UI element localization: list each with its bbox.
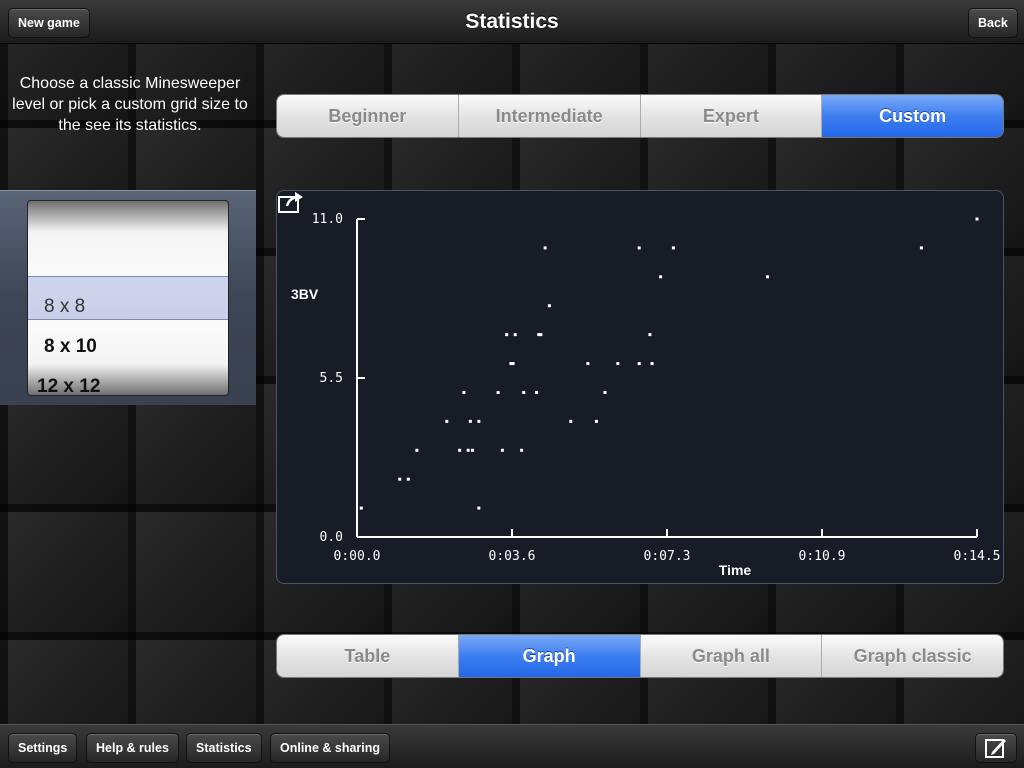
tab-intermediate[interactable]: Intermediate xyxy=(458,95,641,137)
x-tick-label: 0:10.9 xyxy=(799,549,846,564)
tab-graph-all[interactable]: Graph all xyxy=(640,635,823,677)
data-point xyxy=(586,362,590,366)
data-point xyxy=(477,506,481,510)
data-point xyxy=(500,448,504,452)
data-point xyxy=(505,333,509,337)
data-point xyxy=(462,390,466,394)
y-axis-label: 3BV xyxy=(291,286,319,302)
data-point xyxy=(496,390,500,394)
bottom-toolbar: Settings Help & rules Statistics Online … xyxy=(0,724,1024,768)
y-tick-label: 11.0 xyxy=(312,212,343,227)
x-axis-label: Time xyxy=(719,562,752,578)
data-point xyxy=(975,217,979,221)
data-point xyxy=(445,419,449,423)
view-segmented-control: Table Graph Graph all Graph classic xyxy=(276,634,1004,678)
share-icon[interactable] xyxy=(277,191,305,215)
tab-table[interactable]: Table xyxy=(277,635,459,677)
data-point xyxy=(671,246,675,250)
data-point xyxy=(616,362,620,366)
data-point xyxy=(398,477,402,481)
page-title: Statistics xyxy=(465,10,559,33)
y-tick-label: 0.0 xyxy=(320,530,343,545)
picker-item-8x8[interactable]: 8 x 8 xyxy=(44,287,228,327)
data-point xyxy=(513,333,517,337)
data-point xyxy=(637,246,641,250)
data-point xyxy=(470,448,474,452)
level-segmented-control: Beginner Intermediate Expert Custom xyxy=(276,94,1004,138)
data-point xyxy=(458,448,462,452)
compose-icon xyxy=(985,739,1006,758)
statistics-button[interactable]: Statistics xyxy=(186,733,262,763)
data-point xyxy=(594,419,598,423)
y-tick-label: 5.5 xyxy=(320,371,343,386)
data-point xyxy=(406,477,410,481)
help-rules-button[interactable]: Help & rules xyxy=(86,733,179,763)
data-point xyxy=(511,362,515,366)
compose-button[interactable] xyxy=(975,733,1017,763)
top-navigation-bar: New game Statistics Back xyxy=(0,0,1024,44)
x-tick-label: 0:00.0 xyxy=(334,549,381,564)
data-point xyxy=(659,275,663,279)
tab-custom[interactable]: Custom xyxy=(822,95,1003,137)
picker-item-12x12[interactable]: 12 x 12 xyxy=(37,367,228,395)
data-point xyxy=(477,419,481,423)
data-point xyxy=(919,246,923,250)
data-point xyxy=(468,419,472,423)
data-point xyxy=(543,246,547,250)
data-point xyxy=(648,333,652,337)
online-sharing-button[interactable]: Online & sharing xyxy=(270,733,391,763)
data-point xyxy=(603,390,607,394)
data-point xyxy=(522,390,526,394)
instructions-text: Choose a classic Minesweeper level or pi… xyxy=(12,75,248,134)
data-point xyxy=(650,362,654,366)
x-tick-label: 0:07.3 xyxy=(644,549,691,564)
data-point xyxy=(466,448,470,452)
data-point xyxy=(539,333,543,337)
data-point xyxy=(359,506,363,510)
tab-expert[interactable]: Expert xyxy=(640,95,823,137)
data-point xyxy=(520,448,524,452)
picker-item-8x10[interactable]: 8 x 10 xyxy=(44,327,228,367)
back-button[interactable]: Back xyxy=(968,8,1018,38)
scatter-chart-svg: 0:00.0 0:03.6 0:07.3 0:10.9 0:14.5 0.0 5.5 11.0… xyxy=(291,212,1001,578)
x-tick-label: 0:14.5 xyxy=(954,549,1001,564)
grid-size-picker[interactable]: 8 x 8 8 x 10 12 x 12 xyxy=(27,200,229,396)
data-point xyxy=(535,390,539,394)
data-point xyxy=(569,419,573,423)
settings-button[interactable]: Settings xyxy=(8,733,78,763)
tab-beginner[interactable]: Beginner xyxy=(277,95,459,137)
tab-graph[interactable]: Graph xyxy=(458,635,641,677)
data-point xyxy=(765,275,769,279)
data-point xyxy=(637,362,641,366)
data-point xyxy=(415,448,419,452)
grid-size-picker-panel: 8 x 8 8 x 10 12 x 12 xyxy=(0,190,256,405)
statistics-chart: 0:00.0 0:03.6 0:07.3 0:10.9 0:14.5 0.0 5.5 11.0… xyxy=(276,190,1004,584)
x-tick-label: 0:03.6 xyxy=(489,549,536,564)
tab-graph-classic[interactable]: Graph classic xyxy=(822,635,1003,677)
data-point xyxy=(547,304,551,308)
